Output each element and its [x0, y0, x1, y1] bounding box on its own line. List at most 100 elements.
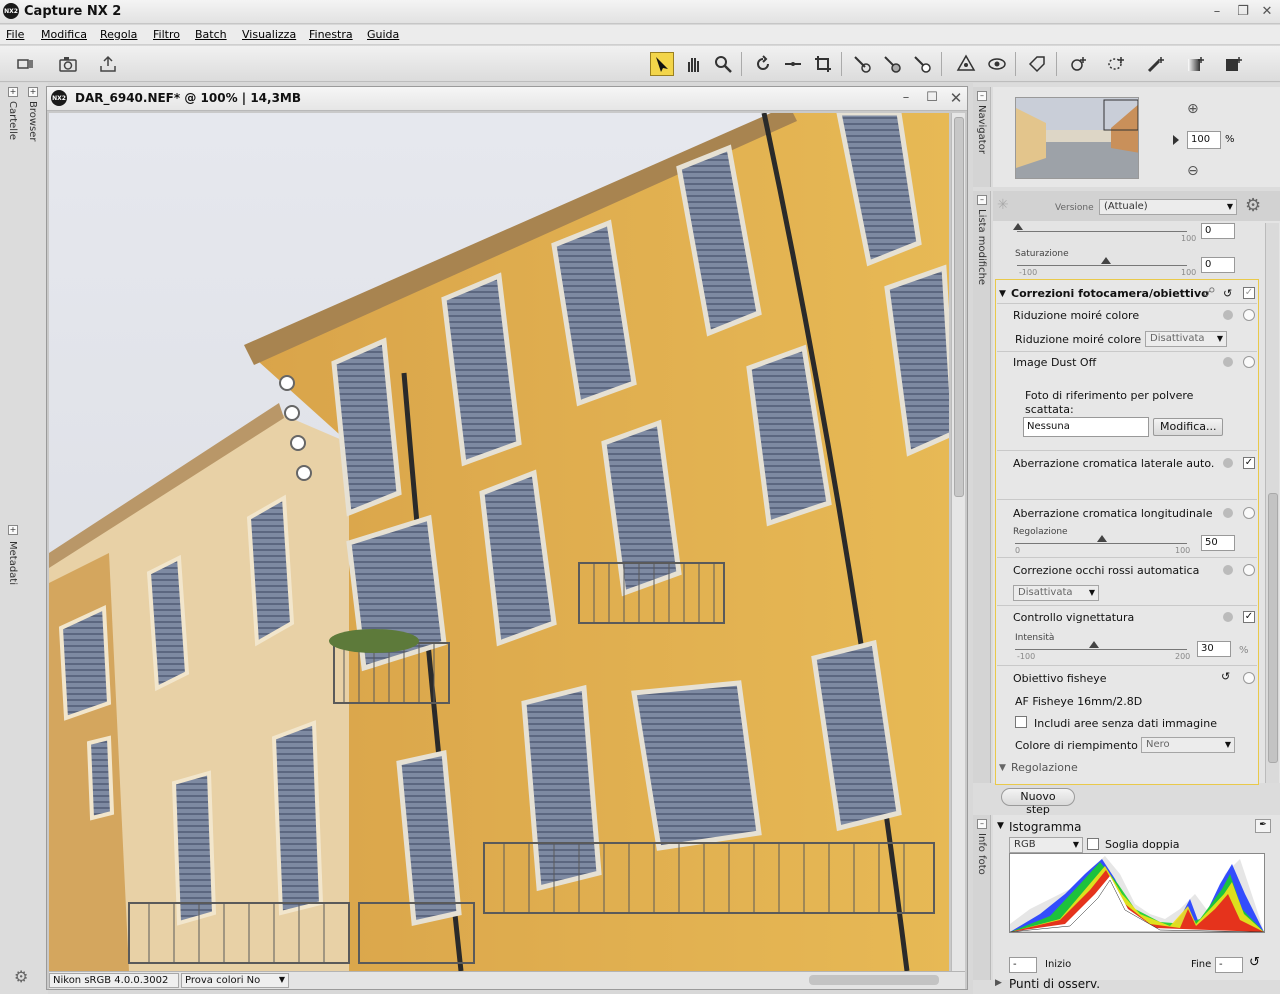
tab-navigator[interactable]: Navigator [976, 105, 987, 154]
menu-file[interactable]: File [6, 28, 24, 41]
restore-button[interactable]: ❐ [1234, 4, 1252, 20]
softproof-dropdown[interactable]: Prova colori No ▼ [181, 973, 289, 988]
version-dropdown[interactable]: (Attuale) ▼ [1099, 199, 1237, 215]
menu-bar: File Modifica Regola Filtro Batch Visual… [0, 25, 1280, 45]
black-point-icon[interactable] [850, 52, 874, 76]
expand-triangle-icon[interactable]: ▼ [999, 289, 1006, 299]
neutral-point-icon[interactable] [880, 52, 904, 76]
slider-thumb[interactable] [1013, 223, 1023, 230]
longitudinal-ca-radio[interactable] [1243, 507, 1255, 519]
gear-icon[interactable]: ⚙ [14, 967, 28, 986]
watchpoints-title[interactable]: Punti di osserv. [1009, 977, 1100, 991]
lateral-ca-checkbox[interactable]: ✓ [1243, 457, 1255, 469]
menu-regola[interactable]: Regola [100, 28, 137, 41]
menu-batch[interactable]: Batch [195, 28, 227, 41]
expand-triangle-icon[interactable]: ▼ [997, 821, 1004, 831]
vignette-checkbox[interactable]: ✓ [1243, 611, 1255, 623]
expand-toggle[interactable]: + [8, 525, 18, 535]
lasso-icon[interactable] [1104, 52, 1128, 76]
tab-info-foto[interactable]: Info foto [976, 833, 987, 875]
menu-visualizza[interactable]: Visualizza [242, 28, 296, 41]
saturation-value[interactable]: 0 [1201, 257, 1235, 273]
minimize-button[interactable]: – [1208, 4, 1226, 20]
collapse-toggle[interactable]: – [977, 195, 987, 205]
reset-icon[interactable]: ↺ [1223, 287, 1232, 300]
tab-cartelle[interactable]: Cartelle [7, 101, 18, 140]
direct-select-tool-icon[interactable] [650, 52, 674, 76]
gradient-icon[interactable] [1184, 52, 1208, 76]
redeye-radio[interactable] [1243, 564, 1255, 576]
expand-toggle[interactable]: + [8, 87, 18, 97]
collapsed-triangle-icon[interactable]: ▶ [995, 978, 1002, 988]
edit-list-scrollbar[interactable] [1265, 223, 1279, 783]
zoom-input[interactable]: 100 [1187, 131, 1221, 149]
menu-filtro[interactable]: Filtro [153, 28, 180, 41]
doc-close-button[interactable]: ✕ [947, 90, 965, 106]
include-areas-checkbox[interactable] [1015, 716, 1027, 728]
menu-finestra[interactable]: Finestra [309, 28, 353, 41]
saturation-thumb[interactable] [1101, 257, 1111, 264]
photo-canvas[interactable] [49, 113, 949, 971]
eye-icon[interactable] [985, 52, 1009, 76]
camera-icon[interactable] [56, 52, 80, 76]
section-enable-checkbox[interactable]: ✓ [1243, 287, 1255, 299]
regolazione-thumb[interactable] [1097, 535, 1107, 542]
workspace-icon[interactable] [14, 52, 38, 76]
brush-icon[interactable] [1144, 52, 1168, 76]
gear-icon[interactable]: ⚙ [1245, 195, 1261, 216]
reset-icon[interactable]: ↺ [1221, 670, 1230, 683]
red-eye-icon[interactable] [954, 52, 978, 76]
reset-icon[interactable]: ↺ [1249, 955, 1260, 970]
zoom-in-icon[interactable]: ⊕ [1187, 101, 1199, 117]
eyedropper-icon[interactable]: ✒ [1255, 819, 1271, 833]
histogram-chart[interactable] [1009, 853, 1265, 933]
crop-icon[interactable] [811, 52, 835, 76]
collapse-toggle[interactable]: – [977, 819, 987, 829]
doc-maximize-button[interactable]: ☐ [923, 90, 941, 106]
rotate-icon[interactable] [751, 52, 775, 76]
straighten-icon[interactable] [781, 52, 805, 76]
tab-metadati[interactable]: Metadati [7, 541, 18, 585]
hand-tool-icon[interactable] [681, 52, 705, 76]
close-button[interactable]: ✕ [1258, 4, 1276, 20]
vertical-scrollbar[interactable] [951, 113, 965, 971]
collapsed-triangle-icon[interactable]: ▼ [999, 763, 1006, 773]
fill-icon[interactable] [1222, 52, 1246, 76]
modify-button[interactable]: Modifica... [1153, 418, 1223, 436]
top-slider-value[interactable]: 0 [1201, 223, 1235, 239]
tab-lista-modifiche[interactable]: Lista modifiche [976, 209, 987, 285]
moire-dropdown[interactable]: Disattivata ▼ [1145, 331, 1227, 347]
link-icon[interactable]: ☍ [1203, 285, 1215, 299]
output-icon[interactable] [96, 52, 120, 76]
start-input[interactable]: - [1009, 957, 1037, 973]
scrollbar-thumb[interactable] [954, 117, 964, 497]
expand-toggle[interactable]: + [28, 87, 38, 97]
menu-guida[interactable]: Guida [367, 28, 399, 41]
zoom-out-icon[interactable]: ⊖ [1187, 163, 1199, 179]
scrollbar-thumb[interactable] [1268, 493, 1278, 763]
regolazione-section[interactable]: Regolazione [1011, 761, 1078, 774]
tag-icon[interactable] [1025, 52, 1049, 76]
intensity-thumb[interactable] [1089, 641, 1099, 648]
tab-browser[interactable]: Browser [27, 101, 38, 142]
double-threshold-checkbox[interactable] [1087, 838, 1099, 850]
channel-dropdown[interactable]: RGB ▼ [1009, 837, 1083, 853]
fisheye-radio[interactable] [1243, 672, 1255, 684]
intensity-value[interactable]: 30 [1197, 641, 1231, 657]
horizontal-scrollbar[interactable] [809, 975, 939, 985]
dust-reference-input[interactable]: Nessuna [1023, 417, 1149, 437]
moire-enable-radio[interactable] [1243, 309, 1255, 321]
menu-modifica[interactable]: Modifica [41, 28, 87, 41]
zoom-tool-icon[interactable] [711, 52, 735, 76]
fill-color-dropdown[interactable]: Nero ▼ [1141, 737, 1235, 753]
redeye-dropdown[interactable]: Disattivata ▼ [1013, 585, 1099, 601]
navigator-thumbnail[interactable] [1015, 97, 1139, 179]
new-step-button[interactable]: Nuovo step [1001, 788, 1075, 816]
collapse-toggle[interactable]: – [977, 91, 987, 101]
control-point-icon[interactable] [1066, 52, 1090, 76]
regolazione-value[interactable]: 50 [1201, 535, 1235, 551]
dust-off-enable-radio[interactable] [1243, 356, 1255, 368]
doc-minimize-button[interactable]: – [897, 90, 915, 106]
white-point-icon[interactable] [910, 52, 934, 76]
end-input[interactable]: - [1215, 957, 1243, 973]
